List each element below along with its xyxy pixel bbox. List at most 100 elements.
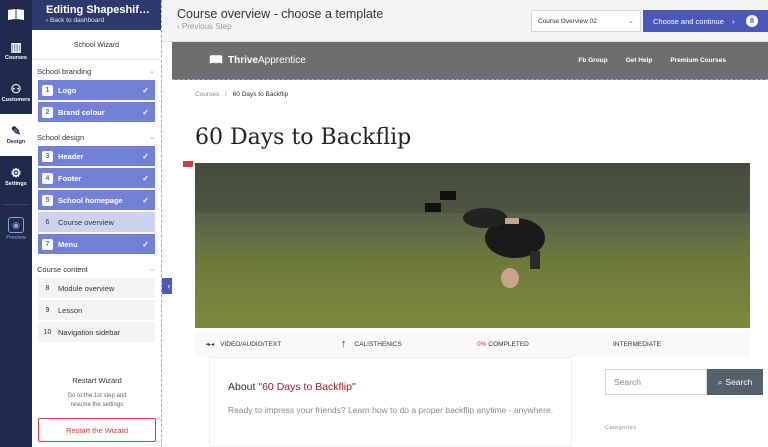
rail-settings-label: Settings [5, 181, 27, 187]
courses-icon: ▥ [10, 40, 22, 54]
chevron-down-icon: ⌄ [149, 68, 155, 75]
meta-type-label: VIDEO/AUDIO/TEXT [220, 340, 282, 348]
rail-preview[interactable]: ◉ Preview [0, 211, 32, 247]
back-to-dashboard-label: Back to dashboard [49, 17, 105, 24]
choose-and-continue-button[interactable]: Choose and continue › 8 [643, 10, 768, 32]
course-meta-bar: ▪▸◂ VIDEO/AUDIO/TEXT ↑ CALISTHENICS 0% C… [195, 331, 750, 357]
rail-preview-label: Preview [6, 235, 26, 241]
course-title: 60 Days to Backflip [195, 125, 412, 150]
search-icon: ⌕ [717, 376, 723, 387]
app-rail: ▥ Courses ⚇ Customers ✎ Design ⚙ Setting… [0, 0, 32, 447]
previous-step-link[interactable]: ‹ Previous Step [177, 22, 232, 31]
continue-label: Choose and continue [653, 16, 724, 26]
chevron-right-icon: › [731, 16, 735, 26]
check-icon: ✓ [142, 151, 149, 161]
step-label: Menu [58, 239, 78, 249]
editor-topbar: Course overview - choose a template ‹ Pr… [162, 0, 768, 42]
site-preview: Thrive Apprentice Fb Group Get Help Prem… [172, 42, 768, 447]
meta-progress: 0% COMPLETED [477, 341, 529, 348]
step-label: Footer [58, 173, 82, 183]
section-title: Course content [37, 264, 88, 274]
about-heading: About "60 Days to Backflip" [228, 381, 356, 393]
progress-label: COMPLETED [488, 340, 529, 348]
rail-design[interactable]: ✎ Design [0, 114, 32, 156]
step-label: Logo [58, 85, 77, 95]
step-number: 2 [42, 106, 53, 118]
app-root: ▥ Courses ⚇ Customers ✎ Design ⚙ Setting… [0, 0, 768, 447]
section-school-design: School design ⌄ 3 Header ✓ 4 Footer ✓ 5 … [32, 128, 161, 254]
book-logo-icon [8, 9, 24, 21]
step-navigation-sidebar[interactable]: 10 Navigation sidebar [38, 322, 155, 342]
check-icon: ✓ [142, 173, 149, 183]
customers-icon: ⚇ [10, 82, 22, 96]
about-course-card: About "60 Days to Backflip" Ready to imp… [209, 357, 572, 447]
wizard-header: Editing Shapeshift L... ‹ Back to dashbo… [32, 0, 161, 30]
search-button-label: Search [725, 377, 753, 387]
site-brand[interactable]: Thrive Apprentice [209, 54, 306, 68]
rail-customers[interactable]: ⚇ Customers [0, 72, 32, 114]
step-school-homepage[interactable]: 5 School homepage ✓ [38, 190, 155, 210]
nav-get-help[interactable]: Get Help [626, 57, 653, 64]
next-step-badge: 8 [746, 15, 758, 27]
step-menu[interactable]: 7 Menu ✓ [38, 234, 155, 254]
step-course-overview[interactable]: 6 Course overview [38, 212, 155, 232]
step-module-overview[interactable]: 8 Module overview [38, 278, 155, 298]
back-to-dashboard-link[interactable]: ‹ Back to dashboard [46, 17, 153, 24]
progress-value: 0% [477, 340, 487, 348]
search-input[interactable]: Search [605, 369, 707, 395]
about-description: Ready to impress your friends? Learn how… [228, 405, 554, 415]
edit-marker[interactable] [183, 161, 193, 167]
step-label: Brand colour [58, 107, 105, 117]
step-number: 1 [42, 84, 53, 96]
eye-icon: ◉ [8, 217, 24, 233]
meta-level: INTERMEDIATE [613, 341, 661, 348]
restart-wizard-button[interactable]: Restart the Wizard [38, 418, 156, 442]
meta-level-label: INTERMEDIATE [613, 340, 661, 348]
school-wizard-panel: Editing Shapeshift L... ‹ Back to dashbo… [32, 0, 162, 447]
course-hero-image [195, 163, 750, 328]
chevron-down-icon: ⌄ [149, 266, 155, 273]
about-course-name: 60 Days to Backflip [262, 381, 352, 393]
meta-topic-label: CALISTHENICS [354, 340, 402, 348]
book-logo-icon [209, 54, 223, 68]
wizard-title: Editing Shapeshift L... [46, 4, 153, 16]
breadcrumb-root[interactable]: Courses [195, 91, 219, 98]
restart-text-line: resume the settings [70, 402, 124, 408]
previous-step-label: Previous Step [181, 22, 232, 31]
wizard-subtitle: School Wizard [32, 30, 161, 60]
site-header: Thrive Apprentice Fb Group Get Help Prem… [172, 42, 768, 80]
restart-heading: Restart Wizard [72, 376, 122, 385]
step-lesson[interactable]: 9 Lesson [38, 300, 155, 320]
step-number: 10 [43, 328, 52, 336]
step-footer[interactable]: 4 Footer ✓ [38, 168, 155, 188]
step-header[interactable]: 3 Header ✓ [38, 146, 155, 166]
check-icon: ✓ [142, 195, 149, 205]
section-school-branding: School branding ⌄ 1 Logo ✓ 2 Brand colou… [32, 62, 161, 122]
step-logo[interactable]: 1 Logo ✓ [38, 80, 155, 100]
section-header[interactable]: School branding ⌄ [32, 62, 161, 80]
section-title: School branding [37, 66, 92, 76]
rail-settings[interactable]: ⚙ Settings [0, 156, 32, 198]
site-search: Search ⌕ Search [605, 369, 763, 395]
check-icon: ✓ [142, 85, 149, 95]
step-label: Module overview [58, 283, 115, 293]
nav-premium-courses[interactable]: Premium Courses [670, 57, 726, 64]
brush-icon: ✎ [10, 124, 22, 138]
meta-topic: ↑ CALISTHENICS [341, 338, 402, 350]
page-title: Course overview - choose a template [177, 7, 384, 21]
step-number: 8 [45, 284, 50, 292]
section-header[interactable]: Course content ⌄ [32, 260, 161, 278]
arrow-up-icon: ↑ [341, 338, 347, 350]
template-select-value: Course Overview 02 [538, 17, 597, 25]
section-course-content: Course content ⌄ 8 Module overview 9 Les… [32, 260, 161, 342]
template-select[interactable]: Course Overview 02 ⌄ [531, 10, 641, 32]
section-header[interactable]: School design ⌄ [32, 128, 161, 146]
chevron-down-icon: ⌄ [149, 134, 155, 141]
app-logo[interactable] [0, 0, 32, 30]
step-brand-colour[interactable]: 2 Brand colour ✓ [38, 102, 155, 122]
step-label: Lesson [58, 305, 83, 315]
media-icon: ▪▸◂ [206, 341, 215, 348]
rail-courses[interactable]: ▥ Courses [0, 30, 32, 72]
nav-fb-group[interactable]: Fb Group [578, 57, 607, 64]
search-button[interactable]: ⌕ Search [707, 369, 763, 395]
